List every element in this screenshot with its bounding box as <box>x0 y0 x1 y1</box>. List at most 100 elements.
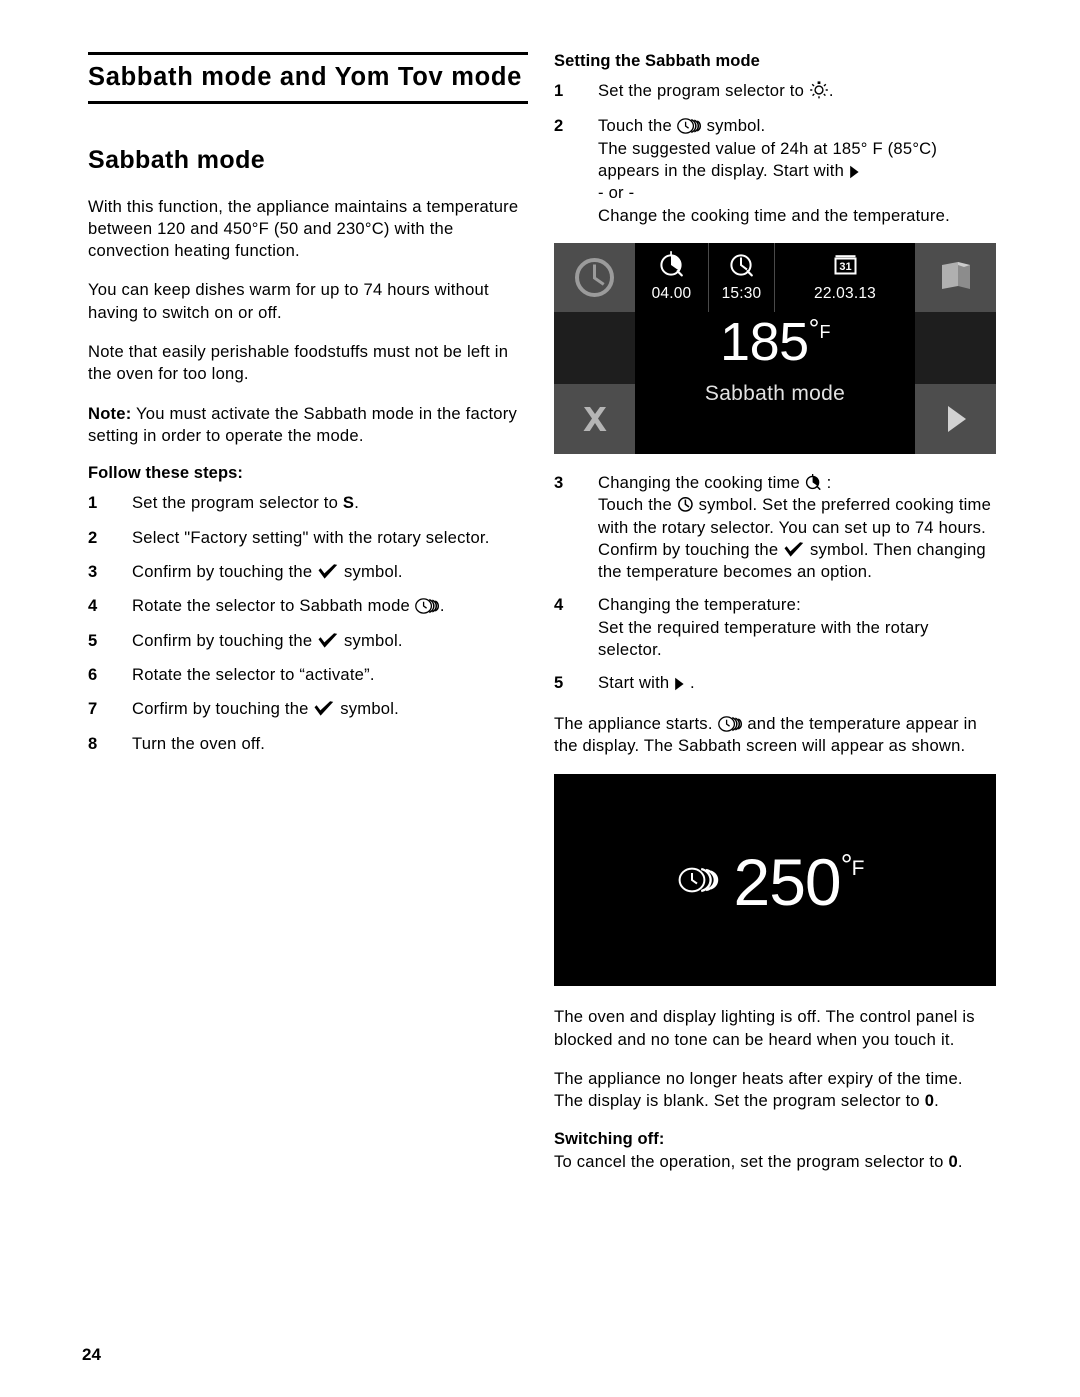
step-number: 5 <box>88 630 98 650</box>
date-cell[interactable]: 31 22.03.13 <box>775 242 915 312</box>
paragraph-expiry: The appliance no longer heats after expi… <box>554 1068 996 1113</box>
paragraph-note: Note: You must activate the Sabbath mode… <box>88 403 528 448</box>
sabbath-mode-icon <box>717 715 743 732</box>
right-column: Setting the Sabbath mode 1 Set the progra… <box>554 52 996 1190</box>
step-number: 7 <box>88 699 98 719</box>
note-text: You must activate the Sabbath mode in th… <box>88 403 518 446</box>
clock-icon <box>677 496 694 513</box>
close-x-icon[interactable] <box>554 384 635 454</box>
step-text: Confirm by touching the <box>132 630 318 650</box>
date-value: 22.03.13 <box>814 284 876 302</box>
calendar-icon: 31 <box>832 252 859 283</box>
play-icon <box>849 165 860 179</box>
right-steps-list-upper: 1 Set the program selector to . 2 Touch th… <box>554 80 996 227</box>
section-heading-sabbath-mode: Sabbath mode <box>88 145 266 174</box>
subheading-switching-off: Switching off: <box>554 1129 665 1148</box>
paragraph-function-description: With this function, the appliance mainta… <box>88 196 519 261</box>
step-number: 4 <box>88 596 98 616</box>
list-item: 4 Rotate the selector to Sabbath mode . <box>88 595 528 617</box>
left-column: Sabbath mode and Yom Tov mode Sabbath mo… <box>88 52 528 767</box>
step-text: Rotate the selector to Sabbath mode <box>132 596 415 616</box>
clock-cell[interactable]: 15:30 <box>709 242 775 312</box>
paragraph-perishable-warning: Note that easily perishable foodstuffs m… <box>88 342 509 384</box>
list-item: 3 Changing the cooking time : Touch the sy… <box>554 472 996 584</box>
check-icon <box>783 542 805 558</box>
clock-dial-icon[interactable] <box>554 242 635 312</box>
oven-display-250: 250°F <box>554 774 996 987</box>
step-text: Select "Factory setting" with the rotary… <box>132 527 490 547</box>
step3-body-pre: Touch the <box>598 495 677 515</box>
list-item: 2 Select "Factory setting" with the rotar… <box>88 527 528 549</box>
page-title: Sabbath mode and Yom Tov mode <box>88 63 523 91</box>
display-main-readout: 185°F Sabbath mode <box>635 311 915 454</box>
check-icon <box>317 632 339 649</box>
list-item: 7 Corfirm by touching the symbol. <box>88 698 528 720</box>
step-text-tail: symbol. <box>335 699 399 719</box>
paragraph-keep-warm: You can keep dishes warm for up to 74 ho… <box>88 280 489 322</box>
left-steps-list: 1 Set the program selector to S. 2 Select … <box>88 492 528 755</box>
cooking-time-icon <box>658 251 686 283</box>
cooking-time-icon <box>805 473 822 491</box>
switching-off-post: . <box>957 1151 963 1171</box>
step-number: 2 <box>88 527 98 547</box>
note-label: Note: <box>88 403 132 423</box>
paragraph-appliance-starts: The appliance starts. and the temperatur… <box>554 713 996 758</box>
step-text: Rotate the selector to “activate”. <box>132 664 375 684</box>
play-icon[interactable] <box>915 384 996 454</box>
step-text: Changing the cooking time <box>598 472 805 492</box>
clock-value: 15:30 <box>721 285 762 303</box>
degree-symbol: ° <box>808 313 820 344</box>
temperature-readout: 250°F <box>734 849 865 915</box>
switching-off-bold-value: 0 <box>948 1151 958 1171</box>
step-number: 6 <box>88 664 98 684</box>
list-item: 5 Confirm by touching the symbol. <box>88 630 528 652</box>
step5-text: Start with <box>598 673 675 693</box>
light-bulb-icon <box>809 81 829 99</box>
play-icon <box>674 677 685 691</box>
step-text-tail: symbol. <box>701 116 766 136</box>
step-text: Set the program selector to <box>132 493 343 513</box>
chapter-title-block: Sabbath mode and Yom Tov mode <box>88 52 528 104</box>
temperature-unit: F <box>819 321 830 342</box>
subheading-follow-these-steps: Follow these steps: <box>88 464 244 483</box>
list-item: 5 Start with . <box>554 672 996 694</box>
step4-title: Changing the temperature: <box>598 595 801 615</box>
list-item: 6 Rotate the selector to “activate”. <box>88 664 528 686</box>
list-item: 1 Set the program selector to . <box>554 80 996 102</box>
list-item: 4 Changing the temperature: Set the requir… <box>554 594 996 661</box>
step-text: Corfirm by touching the <box>132 699 314 719</box>
mode-label: Sabbath mode <box>704 381 846 405</box>
step-suggested-value-text: The suggested value of 24h at 185° F (85… <box>598 138 938 180</box>
step-bold-value: S <box>342 493 355 513</box>
step-text: Set the program selector to <box>598 81 809 100</box>
step4-body: Set the required temperature with the ro… <box>598 617 929 660</box>
oven-display-185: 04.00 15:30 31 22.03.13 185°F Sabbath mo… <box>554 242 996 454</box>
step-number: 2 <box>554 116 564 136</box>
step-number: 3 <box>88 561 98 581</box>
step-text-tail: symbol. <box>339 630 403 650</box>
document-page: Sabbath mode and Yom Tov mode Sabbath mo… <box>0 0 1080 1397</box>
list-item: 3 Confirm by touching the symbol. <box>88 561 528 583</box>
step-text: Confirm by touching the <box>132 561 318 581</box>
expiry-bold-value: 0 <box>924 1091 935 1111</box>
appliance-starts-pre: The appliance starts. <box>554 713 718 733</box>
step-number: 1 <box>554 81 564 100</box>
step-or-separator: - or - <box>598 183 635 203</box>
timer-cell[interactable]: 04.00 <box>635 242 709 312</box>
temperature-readout: 185°F <box>720 315 830 369</box>
step-number: 3 <box>554 472 564 492</box>
right-steps-list-lower: 3 Changing the cooking time : Touch the sy… <box>554 472 996 695</box>
svg-text:31: 31 <box>839 261 851 273</box>
step-text-tail: . <box>439 596 445 616</box>
temperature-unit: F <box>851 857 865 881</box>
display-250-readout: 250°F <box>677 849 864 915</box>
paragraph-lighting-off: The oven and display lighting is off. Th… <box>554 1007 975 1049</box>
step-text-tail: . <box>354 493 360 513</box>
book-icon[interactable] <box>915 242 996 312</box>
subheading-setting-sabbath-mode: Setting the Sabbath mode <box>554 52 760 70</box>
step-text: Touch the <box>598 116 677 136</box>
check-icon <box>313 701 335 717</box>
step-number: 8 <box>88 733 98 753</box>
switching-off-pre: To cancel the operation, set the program… <box>554 1151 949 1171</box>
list-item: 8 Turn the oven off. <box>88 733 528 755</box>
